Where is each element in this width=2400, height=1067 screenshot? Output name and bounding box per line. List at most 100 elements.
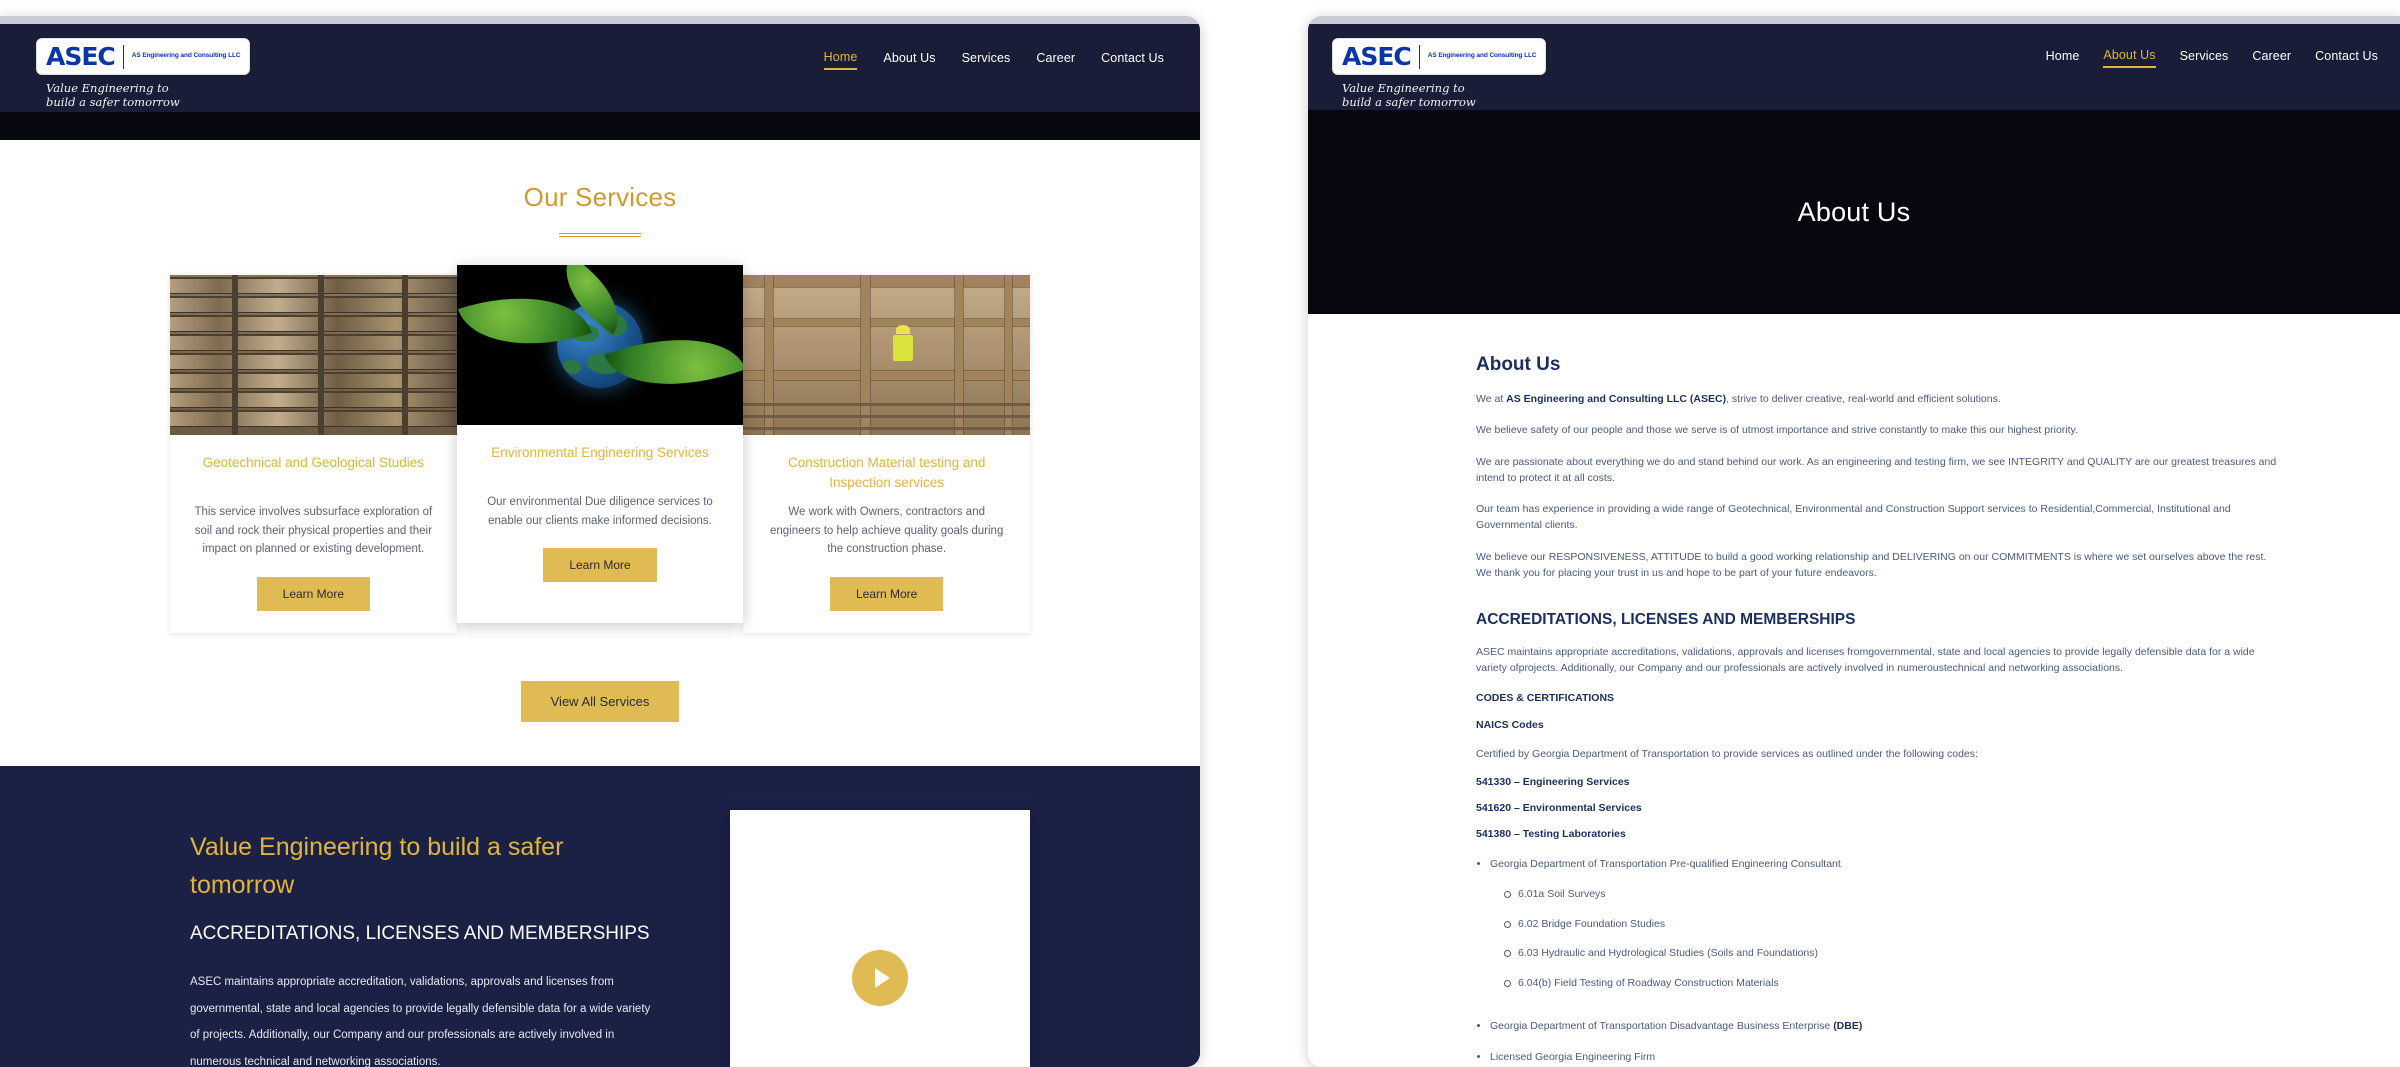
- nav-link-about-us[interactable]: About Us: [2103, 48, 2156, 68]
- service-card[interactable]: Geotechnical and Geological Studies This…: [170, 275, 457, 633]
- about-content: About Us We at AS Engineering and Consul…: [1308, 314, 2400, 1067]
- accreditations-paragraph: ASEC maintains appropriate accreditation…: [1476, 646, 2255, 675]
- value-engineering-text: Value Engineering to build a safer tomor…: [0, 766, 720, 1067]
- asec-logo[interactable]: ASEC AS Engineering and Consulting LLC: [36, 38, 251, 75]
- service-card-description: This service involves subsurface explora…: [194, 506, 433, 556]
- gdot-sub-item: 6.04(b) Field Testing of Roadway Constru…: [1504, 975, 2282, 992]
- gdot-certified-line: Certified by Georgia Department of Trans…: [1476, 747, 1978, 760]
- nav-link-home[interactable]: Home: [823, 50, 858, 70]
- accreditation-bullet: Georgia Department of Transportation Pre…: [1490, 856, 2282, 992]
- accreditations-heading: ACCREDITATIONS, LICENSES AND MEMBERSHIPS: [1476, 611, 1856, 629]
- construction-site-image: [743, 275, 1031, 435]
- nav-link-career[interactable]: Career: [2252, 49, 2291, 67]
- brand-tagline: Value Engineering to build a safer tomor…: [1342, 81, 1476, 110]
- value-engineering-media: [720, 765, 1200, 1067]
- site-header-left: ASEC AS Engineering and Consulting LLC V…: [0, 24, 1200, 112]
- nav-link-contact-us[interactable]: Contact Us: [2315, 49, 2378, 67]
- play-triangle: [874, 967, 890, 988]
- gdot-prequalified-sublist: 6.01a Soil Surveys 6.02 Bridge Foundatio…: [1490, 886, 2282, 992]
- about-paragraph: We are passionate about everything we do…: [1476, 455, 2277, 484]
- view-all-services-wrap: View All Services: [0, 680, 1200, 766]
- earth-leaves-image: [456, 265, 744, 425]
- about-paragraph-rest: , strive to deliver creative, real-world…: [1726, 393, 2001, 405]
- main-nav-left: Home About Us Services Career Contact Us: [823, 24, 1200, 70]
- browser-window-home: ASEC AS Engineering and Consulting LLC V…: [0, 16, 1200, 1067]
- logo-divider: [122, 44, 124, 69]
- service-card[interactable]: Environmental Engineering Services Our e…: [456, 265, 744, 623]
- video-player-card[interactable]: [730, 809, 1030, 1067]
- gdot-sub-item: 6.01a Soil Surveys: [1504, 886, 2282, 903]
- brand-tagline: Value Engineering to build a safer tomor…: [46, 81, 180, 110]
- accreditation-bullet: Georgia Department of Transportation Dis…: [1490, 1018, 2282, 1035]
- value-engineering-section: Value Engineering to build a safer tomor…: [0, 765, 1200, 1067]
- logo-subtext: AS Engineering and Consulting LLC: [131, 52, 241, 60]
- nav-link-services[interactable]: Services: [962, 51, 1011, 69]
- browser-chrome-bar-left: [0, 16, 1200, 24]
- learn-more-button[interactable]: Learn More: [829, 576, 944, 611]
- service-card-button-wrap: Learn More: [763, 576, 1010, 611]
- service-card-button-wrap: Learn More: [477, 548, 724, 583]
- nav-link-career[interactable]: Career: [1036, 51, 1075, 69]
- rock-core-samples-image: [170, 275, 457, 435]
- accreditations-bullet-list: Georgia Department of Transportation Pre…: [1476, 856, 2282, 1067]
- service-cards-row: Geotechnical and Geological Studies This…: [0, 265, 1200, 633]
- play-icon[interactable]: [852, 949, 908, 1006]
- about-paragraph: We believe our RESPONSIVENESS, ATTITUDE …: [1476, 550, 2267, 579]
- gdot-sub-item: 6.02 Bridge Foundation Studies: [1504, 916, 2282, 933]
- gdot-sub-item: 6.03 Hydraulic and Hydrological Studies …: [1504, 945, 2282, 962]
- value-engineering-heading: Value Engineering to build a safer tomor…: [190, 832, 564, 899]
- service-card-button-wrap: Learn More: [190, 576, 437, 611]
- accreditations-paragraph: ASEC maintains appropriate accreditation…: [190, 976, 651, 1067]
- logo-divider: [1418, 44, 1420, 69]
- logo-wordmark: ASEC: [1342, 42, 1412, 71]
- about-paragraph-bold: AS Engineering and Consulting LLC (ASEC): [1506, 393, 1727, 405]
- service-card-title: Environmental Engineering Services: [491, 445, 709, 460]
- nav-link-contact-us[interactable]: Contact Us: [1101, 51, 1164, 69]
- hero-title: About Us: [1797, 196, 1911, 227]
- service-card-body: Construction Material testing and Inspec…: [743, 435, 1030, 633]
- accreditation-bullet-bold: (DBE): [1833, 1019, 1863, 1032]
- services-heading-rule: [559, 233, 641, 237]
- our-services-section: Our Services Geotechnical and Geological…: [0, 140, 1200, 766]
- main-nav-right: Home About Us Services Career Contact Us: [2046, 24, 2400, 68]
- nav-link-about-us[interactable]: About Us: [883, 51, 935, 69]
- service-card-title: Construction Material testing and Inspec…: [788, 455, 986, 490]
- screenshot-stage: ASEC AS Engineering and Consulting LLC V…: [0, 0, 2400, 1067]
- service-card-description: Our environmental Due diligence services…: [487, 496, 713, 527]
- about-paragraph: Our team has experience in providing a w…: [1476, 503, 2231, 532]
- browser-window-about: ASEC AS Engineering and Consulting LLC V…: [1308, 16, 2400, 1067]
- service-card-body: Environmental Engineering Services Our e…: [457, 425, 744, 623]
- logo-subtext: AS Engineering and Consulting LLC: [1427, 52, 1537, 60]
- naics-codes-list: 541330 – Engineering Services 541620 – E…: [1476, 776, 2282, 840]
- asec-logo[interactable]: ASEC AS Engineering and Consulting LLC: [1332, 38, 1547, 75]
- service-card-description: We work with Owners, contractors and eng…: [770, 506, 1004, 556]
- site-header-right: ASEC AS Engineering and Consulting LLC V…: [1308, 24, 2400, 110]
- header-black-band-left: [0, 112, 1200, 140]
- accreditation-bullet: Licensed Georgia Engineering Firm: [1490, 1049, 2282, 1066]
- logo-wordmark: ASEC: [46, 42, 116, 71]
- about-hero-banner: About Us: [1308, 110, 2400, 314]
- accreditation-bullet-text: Licensed Georgia Engineering Firm: [1490, 1050, 1656, 1063]
- nav-link-services[interactable]: Services: [2180, 49, 2229, 67]
- naics-code-item: 541620 – Environmental Services: [1476, 801, 1642, 814]
- service-card-title: Geotechnical and Geological Studies: [202, 455, 425, 470]
- service-card[interactable]: Construction Material testing and Inspec…: [743, 275, 1031, 633]
- accreditation-bullet-text: Georgia Department of Transportation Pre…: [1490, 857, 1841, 870]
- view-all-services-button[interactable]: View All Services: [520, 680, 680, 722]
- about-paragraph: We believe safety of our people and thos…: [1476, 424, 2078, 437]
- service-card-body: Geotechnical and Geological Studies This…: [170, 435, 457, 633]
- about-heading: About Us: [1476, 354, 1561, 375]
- about-paragraph: We at AS Engineering and Consulting LLC …: [1476, 391, 2282, 407]
- brand-block-left[interactable]: ASEC AS Engineering and Consulting LLC V…: [0, 24, 251, 110]
- accreditation-bullet-text: Georgia Department of Transportation Dis…: [1490, 1019, 1834, 1032]
- naics-codes-heading: NAICS Codes: [1476, 718, 1544, 731]
- services-heading: Our Services: [523, 182, 677, 212]
- brand-block-right[interactable]: ASEC AS Engineering and Consulting LLC V…: [1308, 24, 1547, 110]
- naics-code-item: 541380 – Testing Laboratories: [1476, 827, 1626, 840]
- learn-more-button[interactable]: Learn More: [256, 576, 371, 611]
- browser-chrome-bar-right: [1308, 16, 2400, 24]
- accreditations-subheading: ACCREDITATIONS, LICENSES AND MEMBERSHIPS: [190, 922, 650, 944]
- nav-link-home[interactable]: Home: [2046, 49, 2080, 67]
- learn-more-button[interactable]: Learn More: [543, 548, 657, 583]
- about-paragraph-lead: We at: [1476, 393, 1507, 405]
